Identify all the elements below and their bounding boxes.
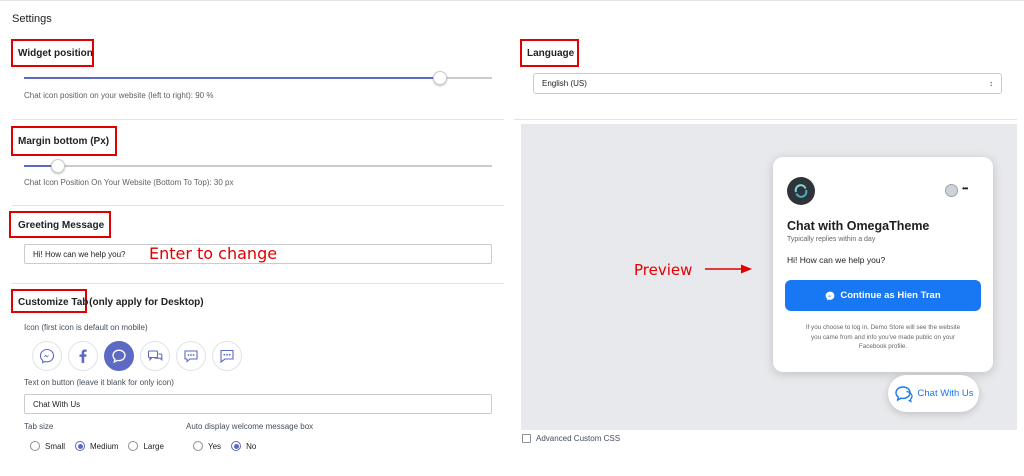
language-selected-value: English (US) xyxy=(542,79,587,88)
tab-size-medium-radio[interactable] xyxy=(75,441,86,451)
select-arrows-icon: ↕ xyxy=(989,79,993,88)
messenger-icon xyxy=(39,348,55,364)
user-avatar-small xyxy=(945,184,958,197)
chat-with-us-label: Chat With Us xyxy=(917,388,974,399)
page-avatar xyxy=(787,177,815,205)
top-border xyxy=(0,0,1024,1)
chat-dots-icon xyxy=(184,350,198,363)
text-on-button-label: Text on button (leave it blank for only … xyxy=(24,378,174,387)
omega-logo-icon xyxy=(794,184,808,198)
widget-position-hint: Chat icon position on your website (left… xyxy=(24,91,214,100)
chat-bubble-icon xyxy=(894,385,913,403)
divider xyxy=(12,205,504,206)
tab-size-options: Small Medium Large xyxy=(30,441,164,451)
auto-display-options: Yes No xyxy=(193,441,256,451)
icon-option-chat-double[interactable] xyxy=(140,341,170,371)
language-label: Language xyxy=(527,48,575,59)
widget-position-fill xyxy=(24,77,440,79)
chat-with-us-button[interactable]: Chat With Us xyxy=(888,375,979,412)
margin-bottom-hint: Chat Icon Position On Your Website (Bott… xyxy=(24,178,234,187)
chat-double-icon xyxy=(147,350,163,362)
language-select[interactable]: English (US) ↕ xyxy=(533,73,1002,94)
privacy-line-3: Facebook profile. xyxy=(858,343,908,350)
icon-option-chat-bubble[interactable] xyxy=(104,341,134,371)
enter-to-change-annotation: Enter to change xyxy=(149,244,278,263)
margin-bottom-label: Margin bottom (Px) xyxy=(18,136,110,147)
continue-button-label: Continue as Hien Tran xyxy=(840,290,941,301)
chat-title: Chat with OmegaTheme xyxy=(787,219,930,233)
text-on-button-input[interactable]: Chat With Us xyxy=(24,394,492,414)
icon-option-messenger[interactable] xyxy=(32,341,62,371)
continue-button[interactable]: Continue as Hien Tran xyxy=(785,280,981,311)
auto-display-label: Auto display welcome message box xyxy=(186,422,314,431)
chat-preview-card: ••• Chat with OmegaTheme Typically repli… xyxy=(773,157,993,372)
icon-option-chat-dots-square[interactable] xyxy=(212,341,242,371)
divider xyxy=(514,119,1017,120)
facebook-icon xyxy=(79,349,87,363)
tab-size-small-radio[interactable] xyxy=(30,441,40,451)
advanced-css-checkbox[interactable] xyxy=(522,434,531,443)
auto-display-yes-radio[interactable] xyxy=(193,441,203,451)
chat-bubble-icon xyxy=(112,349,126,364)
messenger-icon xyxy=(825,291,835,300)
preview-annotation: Preview xyxy=(634,261,693,279)
auto-display-no-label: No xyxy=(246,441,257,451)
tab-size-large-label: Large xyxy=(143,441,164,451)
margin-bottom-slider[interactable] xyxy=(51,159,65,173)
customize-tab-title: Customize Tab xyxy=(18,297,89,308)
chat-replies-note: Typically replies within a day xyxy=(787,236,876,243)
icon-option-facebook[interactable] xyxy=(68,341,98,371)
widget-position-label: Widget position xyxy=(18,48,93,59)
privacy-line-2: you came from and info you've made publi… xyxy=(810,333,955,341)
arrow-right-icon xyxy=(705,264,752,274)
customize-tab-label: Customize Tab (only apply for Desktop) xyxy=(18,297,204,308)
tab-size-medium-label: Medium xyxy=(90,441,119,451)
advanced-css-row: Advanced Custom CSS xyxy=(522,434,620,443)
auto-display-no-radio[interactable] xyxy=(231,441,242,451)
divider xyxy=(12,119,504,120)
greeting-label: Greeting Message xyxy=(18,220,105,231)
chat-greeting: Hi! How can we help you? xyxy=(787,255,886,265)
divider xyxy=(12,283,504,284)
privacy-note: If you choose to log in, Demo Store will… xyxy=(783,323,983,352)
customize-tab-suffix: (only apply for Desktop) xyxy=(89,297,204,308)
advanced-css-label: Advanced Custom CSS xyxy=(536,434,621,443)
page-title: Settings xyxy=(12,13,52,25)
chat-dots-square-icon xyxy=(220,349,234,364)
privacy-line-1: If you choose to log in, Demo Store will… xyxy=(805,324,961,331)
icon-option-chat-dots[interactable] xyxy=(176,341,206,371)
tab-size-label: Tab size xyxy=(24,422,54,431)
tab-size-large-radio[interactable] xyxy=(128,441,139,451)
more-options-icon[interactable]: ••• xyxy=(962,184,968,193)
margin-bottom-track xyxy=(24,165,492,167)
icon-label: Icon (first icon is default on mobile) xyxy=(24,323,148,332)
widget-position-slider[interactable] xyxy=(433,71,447,85)
auto-display-yes-label: Yes xyxy=(208,441,222,451)
tab-size-small-label: Small xyxy=(45,441,66,451)
